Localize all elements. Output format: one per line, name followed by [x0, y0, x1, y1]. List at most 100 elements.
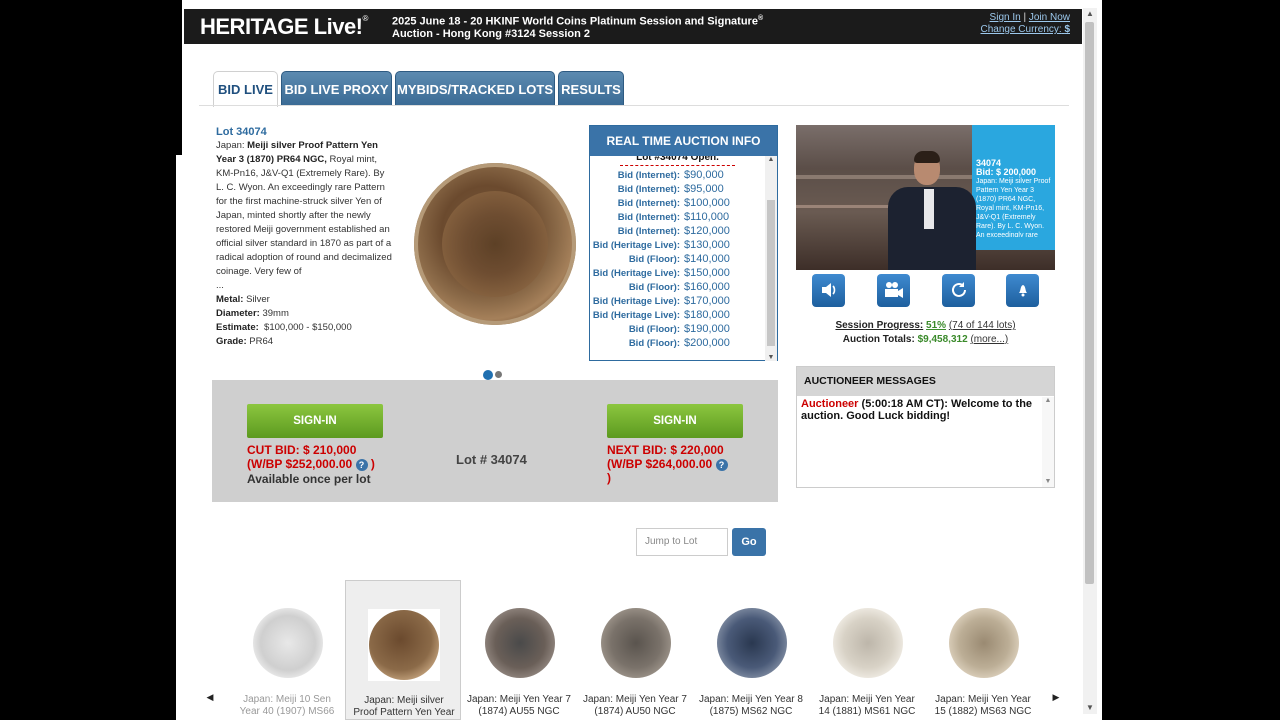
- video-camera-icon[interactable]: [877, 274, 910, 307]
- carousel-next-arrow[interactable]: ▶: [1045, 686, 1067, 708]
- bid-log-row: Bid (Internet): $120,000: [590, 224, 765, 238]
- bid-log-row: Bid (Heritage Live): $130,000: [590, 238, 765, 252]
- carousel-item[interactable]: Japan: Meiji Yen Year 7 (1874) AU55 NGC: [461, 580, 577, 720]
- more-totals-link[interactable]: (more...): [970, 334, 1008, 345]
- scroll-up-arrow[interactable]: ▲: [765, 156, 777, 163]
- lot-coin-image[interactable]: [414, 163, 576, 325]
- bid-amount: $110,000: [684, 211, 730, 223]
- lot-description: Lot 34074 Japan: Meiji silver Proof Patt…: [216, 125, 392, 347]
- auction-title: 2025 June 18 - 20 HKINF World Coins Plat…: [392, 15, 764, 40]
- auctioneer-person: [882, 151, 982, 270]
- bid-amount: $170,000: [684, 295, 730, 307]
- bid-log-row: Bid (Floor): $200,000: [590, 336, 765, 350]
- scroll-down-arrow[interactable]: ▼: [1083, 702, 1097, 714]
- bid-log-row: Bid (Floor): $160,000: [590, 280, 765, 294]
- tab-bid-live[interactable]: BID LIVE: [213, 71, 278, 107]
- site-header: HERITAGE Live!® 2025 June 18 - 20 HKINF …: [184, 9, 1082, 44]
- bid-amount: $130,000: [684, 239, 730, 251]
- bid-source: Bid (Internet):: [617, 184, 680, 195]
- bid-log-row: Bid (Internet): $90,000: [590, 168, 765, 182]
- cut-bid-availability: Available once per lot: [247, 472, 371, 486]
- refresh-icon[interactable]: [942, 274, 975, 307]
- lot-carousel: ◀ ▶ Japan: Meiji 10 Sen Year 40 (1907) MS…: [199, 580, 1069, 720]
- next-bid-info: NEXT BID: $ 220,000 (W/BP $264,000.00 ? …: [607, 443, 728, 485]
- sign-in-button-cut-bid[interactable]: SIGN-IN: [247, 404, 383, 438]
- bid-log: Lot #34074 Open. Bid (Internet): $90,000 B…: [590, 156, 765, 361]
- bid-source: Bid (Floor):: [628, 324, 680, 335]
- sign-in-button-next-bid[interactable]: SIGN-IN: [607, 404, 743, 438]
- bid-source: Bid (Heritage Live):: [592, 268, 680, 279]
- bid-log-scrollbar[interactable]: ▲ ▼: [765, 156, 777, 361]
- bid-source: Bid (Internet):: [617, 170, 680, 181]
- change-currency-link[interactable]: Change Currency: $: [981, 24, 1071, 35]
- account-links: Sign In | Join Now Change Currency: $: [980, 12, 1071, 35]
- bid-source: Bid (Floor):: [628, 338, 680, 349]
- bid-amount: $140,000: [684, 253, 730, 265]
- bid-panel: SIGN-IN CUT BID: $ 210,000 (W/BP $252,00…: [212, 380, 778, 502]
- pager-dot-active[interactable]: [483, 369, 493, 380]
- carousel-item[interactable]: Japan: Meiji Yen Year 15 (1882) MS63 NGC: [925, 580, 1041, 720]
- bid-source: Bid (Floor):: [628, 282, 680, 293]
- session-info: Session Progress: 51% (74 of 144 lots) A…: [835, 320, 1016, 345]
- bid-amount: $160,000: [684, 281, 730, 293]
- help-icon[interactable]: ?: [715, 458, 728, 471]
- bid-log-row: Bid (Heritage Live): $180,000: [590, 308, 765, 322]
- bid-log-row: Bid (Internet): $100,000: [590, 196, 765, 210]
- bid-log-row: Bid (Internet): $95,000: [590, 182, 765, 196]
- bid-amount: $200,000: [684, 337, 730, 349]
- bid-source: Bid (Heritage Live):: [592, 240, 680, 251]
- bell-icon[interactable]: [1006, 274, 1039, 307]
- bid-amount: $90,000: [684, 169, 724, 181]
- jump-to-lot-input[interactable]: Jump to Lot: [636, 528, 728, 556]
- bid-source: Bid (Floor):: [628, 254, 680, 265]
- messages-scrollbar[interactable]: ▲ ▼: [1042, 397, 1054, 487]
- page-scrollbar[interactable]: ▲ ▼: [1083, 8, 1097, 714]
- tab-bid-live-proxy[interactable]: BID LIVE PROXY: [281, 71, 392, 106]
- scroll-up-arrow[interactable]: ▲: [1083, 8, 1097, 20]
- bid-source: Bid (Heritage Live):: [592, 310, 680, 321]
- cut-bid-info: CUT BID: $ 210,000 (W/BP $252,000.00 ? ): [247, 443, 375, 471]
- bid-log-row: Bid (Heritage Live): $150,000: [590, 266, 765, 280]
- tab-results[interactable]: RESULTS: [558, 71, 624, 106]
- bid-source: Bid (Heritage Live):: [592, 296, 680, 307]
- heritage-live-logo[interactable]: HERITAGE Live!®: [200, 14, 368, 40]
- bid-log-row: Bid (Floor): $190,000: [590, 322, 765, 336]
- speaker-icon[interactable]: [812, 274, 845, 307]
- real-time-auction-info: REAL TIME AUCTION INFO Lot #34074 Open. …: [589, 125, 778, 361]
- bid-log-row: Bid (Floor): $140,000: [590, 252, 765, 266]
- bid-amount: $180,000: [684, 309, 730, 321]
- carousel-item[interactable]: Japan: Meiji Yen Year 14 (1881) MS61 NGC: [809, 580, 925, 720]
- auctioneer-messages-header: AUCTIONEER MESSAGES: [797, 367, 1054, 396]
- join-now-link[interactable]: Join Now: [1029, 12, 1070, 23]
- bid-amount: $120,000: [684, 225, 730, 237]
- page-edge: [176, 0, 182, 155]
- help-icon[interactable]: ?: [355, 458, 368, 471]
- bid-amount: $95,000: [684, 183, 724, 195]
- bid-source: Bid (Internet):: [617, 212, 680, 223]
- bid-source: Bid (Internet):: [617, 198, 680, 209]
- scroll-down-arrow[interactable]: ▼: [765, 354, 777, 361]
- bid-source: Bid (Internet):: [617, 226, 680, 237]
- sign-in-link[interactable]: Sign In: [990, 12, 1021, 23]
- browser-viewport: HERITAGE Live!® 2025 June 18 - 20 HKINF …: [0, 0, 1280, 720]
- auctioneer-messages: AUCTIONEER MESSAGES Auctioneer (5:00:18 …: [796, 366, 1055, 488]
- live-video-feed[interactable]: 34074 Bid: $ 200,000 Japan: Meiji silver…: [796, 125, 1055, 270]
- bid-amount: $150,000: [684, 267, 730, 279]
- lot-link[interactable]: Lot 34074: [216, 125, 392, 139]
- carousel-prev-arrow[interactable]: ◀: [199, 686, 221, 708]
- lot-opened-message: Lot #34074 Open.: [620, 156, 735, 166]
- bid-log-row: Bid (Heritage Live): $170,000: [590, 294, 765, 308]
- scrollbar-thumb[interactable]: [1085, 22, 1094, 584]
- auctioneer-message: Auctioneer (5:00:18 AM CT): Welcome to t…: [801, 398, 1033, 422]
- tab-mybids-tracked-lots[interactable]: MYBIDS/TRACKED LOTS: [395, 71, 555, 106]
- carousel-item[interactable]: Japan: Meiji Yen Year 8 (1875) MS62 NGC: [693, 580, 809, 720]
- go-button[interactable]: Go: [732, 528, 766, 556]
- pager-dot[interactable]: [495, 371, 502, 379]
- current-lot-number: Lot # 34074: [456, 452, 527, 467]
- bid-amount: $100,000: [684, 197, 730, 209]
- carousel-item-selected[interactable]: Japan: Meiji silver Proof Pattern Yen Yea…: [345, 580, 461, 720]
- carousel-item[interactable]: Japan: Meiji Yen Year 7 (1874) AU50 NGC: [577, 580, 693, 720]
- real-time-header: REAL TIME AUCTION INFO: [590, 126, 777, 156]
- bid-amount: $190,000: [684, 323, 730, 335]
- carousel-item[interactable]: Japan: Meiji 10 Sen Year 40 (1907) MS66: [229, 580, 345, 720]
